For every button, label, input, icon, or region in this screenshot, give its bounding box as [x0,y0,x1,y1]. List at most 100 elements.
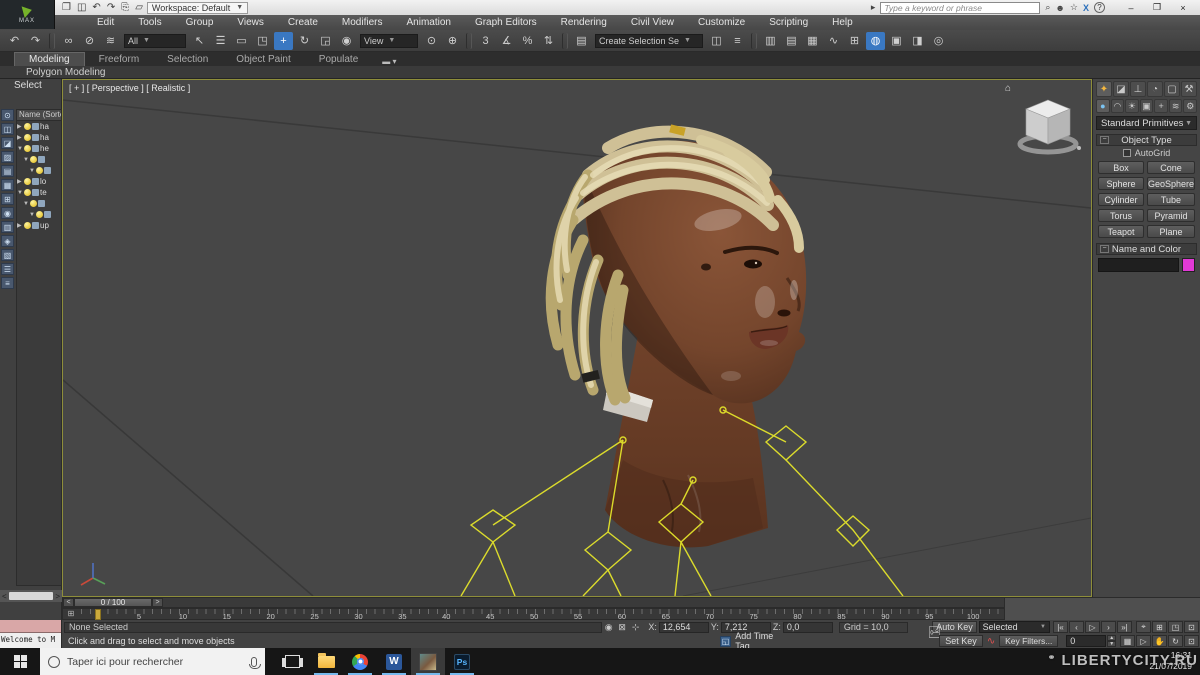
render-setup-icon[interactable]: ▣ [887,32,906,50]
edit-named-selection-sets-icon[interactable]: ▤ [572,32,591,50]
perspective-viewport[interactable]: [ + ] [ Perspective ] [ Realistic ] ⌂ [62,79,1092,597]
percent-snap-icon[interactable]: % [518,32,537,50]
absolute-mode-icon[interactable]: ⊹ [629,622,642,633]
toolbar-overflow-icon[interactable]: ▸ [871,2,876,13]
current-frame-marker[interactable] [95,609,101,620]
angle-snap-icon[interactable]: ∡ [497,32,516,50]
select-and-move-icon[interactable]: + [274,32,293,50]
selection-filter-dropdown[interactable]: All▼ [124,34,186,48]
track-bar[interactable]: ⊞ 51015202530354045505560657075808590951… [62,608,1005,620]
menu-item[interactable]: Scripting [757,15,820,30]
explorer-tool-icon[interactable]: ◉ [1,207,14,219]
system-clock[interactable]: 16:31 21/07/2019 [1149,650,1192,672]
photoshop-button[interactable]: Ps [445,648,479,675]
menu-item[interactable]: Group [174,15,226,30]
visibility-bulb-icon[interactable] [24,134,31,141]
animate-selection-dropdown[interactable]: Selected ▼ [979,621,1050,633]
ribbon-tab[interactable]: Selection [153,53,222,66]
object-name-input[interactable] [1098,258,1179,272]
rendered-frame-window-icon[interactable]: ◨ [908,32,927,50]
tree-row[interactable]: ▼ [17,165,61,176]
menu-item[interactable]: Tools [126,15,173,30]
sign-in-icon[interactable]: ☻ [1055,3,1064,13]
spinner-snap-icon[interactable]: ⇅ [539,32,558,50]
redo-icon[interactable]: ↷ [26,32,45,50]
rectangular-selection-icon[interactable]: ▭ [232,32,251,50]
current-frame-field[interactable]: 0 [1066,635,1106,647]
expand-arrow-icon[interactable]: ▼ [23,157,30,163]
toolbar-separator[interactable] [466,33,472,49]
primitive-button[interactable]: Cone [1147,161,1195,174]
visibility-bulb-icon[interactable] [30,200,37,207]
frame-spinner[interactable]: ▲▼ [1107,635,1116,647]
chrome-button[interactable] [343,648,377,675]
tree-row[interactable]: ▼ te [17,187,61,198]
previous-frame-button[interactable]: < [63,598,74,607]
scroll-left-icon[interactable]: < [2,592,7,601]
undo-quick-icon[interactable]: ↶ [92,1,100,14]
select-and-manipulate-icon[interactable]: ⊕ [443,32,462,50]
ribbon-minimize-icon[interactable]: ▬ ▾ [382,57,396,66]
systems-category-icon[interactable]: ⚙ [1183,99,1197,113]
motion-tab-icon[interactable]: ◔ [1147,81,1163,97]
visibility-bulb-icon[interactable] [36,211,43,218]
favorites-star-icon[interactable]: ☆ [1070,2,1078,13]
minimize-button[interactable]: – [1118,1,1144,15]
expand-arrow-icon[interactable]: ▶ [17,222,24,229]
pan-icon[interactable]: ▷ [1136,635,1151,647]
listener-line[interactable]: Welcome to M [0,633,61,648]
explorer-tool-icon[interactable]: ⊙ [1,109,14,121]
explorer-tool-icon[interactable]: ▦ [1,179,14,191]
autogrid-checkbox[interactable] [1123,149,1131,157]
expand-arrow-icon[interactable]: ▼ [29,212,36,218]
tree-row[interactable]: ▼ [17,154,61,165]
zoom-icon[interactable]: ⌖ [1136,621,1151,633]
explorer-tool-icon[interactable]: ☰ [1,263,14,275]
visibility-bulb-icon[interactable] [24,123,31,130]
toggle-ribbon-icon[interactable]: ▦ [803,32,822,50]
primitive-type-dropdown[interactable]: Standard Primitives ▼ [1096,116,1197,130]
expand-arrow-icon[interactable]: ▼ [29,168,36,174]
toolbar-separator[interactable] [562,33,568,49]
redo-quick-icon[interactable]: ↷ [107,1,115,14]
expand-arrow-icon[interactable]: ▼ [23,201,30,207]
menu-item[interactable]: Civil View [619,15,686,30]
task-view-button[interactable] [275,648,309,675]
set-key-button[interactable]: Set Key [939,635,983,647]
macro-recorder-line[interactable] [0,620,61,633]
toggle-scene-explorer-icon[interactable]: ▥ [761,32,780,50]
maximize-viewport-icon[interactable]: ⊡ [1184,635,1199,647]
primitive-button[interactable]: Tube [1147,193,1195,206]
menu-item[interactable]: Rendering [549,15,619,30]
tree-row[interactable]: ▶ up [17,220,61,231]
name-column-header[interactable]: Name (Sorte [17,110,61,121]
primitive-button[interactable]: Plane [1147,225,1195,238]
project-folder-icon[interactable]: ⎘ [121,1,129,14]
material-editor-icon[interactable]: ◍ [866,32,885,50]
explorer-tool-icon[interactable]: ▨ [1,151,14,163]
ribbon-tab[interactable]: Freeform [85,53,154,66]
shapes-category-icon[interactable]: ◠ [1111,99,1125,113]
visibility-bulb-icon[interactable] [36,167,43,174]
cameras-category-icon[interactable]: ▣ [1140,99,1154,113]
hierarchy-tab-icon[interactable]: ⊥ [1130,81,1146,97]
explorer-horizontal-scrollbar[interactable]: < > [0,590,62,602]
previous-frame-icon[interactable]: ‹ [1069,621,1084,633]
explorer-tool-icon[interactable]: ≡ [1,277,14,289]
next-frame-icon[interactable]: › [1101,621,1116,633]
next-frame-button[interactable]: > [152,598,163,607]
orbit-icon[interactable]: ↻ [1168,635,1183,647]
zoom-all-icon[interactable]: ⊞ [1152,621,1167,633]
primitive-button[interactable]: GeoSphere [1147,177,1195,190]
viewport-label[interactable]: [ + ] [ Perspective ] [ Realistic ] [69,83,190,93]
collapse-icon[interactable]: − [1100,245,1109,253]
collapse-icon[interactable]: − [1100,136,1109,144]
x-coordinate-field[interactable]: 12,654 [659,622,709,633]
display-tab-icon[interactable]: ▢ [1164,81,1180,97]
toolbar-separator[interactable] [49,33,55,49]
selection-lock-icon[interactable]: ⊠ [615,622,628,633]
visibility-bulb-icon[interactable] [24,222,31,229]
snaps-toggle-icon[interactable]: 3 [476,32,495,50]
menu-item[interactable]: Edit [85,15,126,30]
select-and-rotate-icon[interactable]: ↻ [295,32,314,50]
